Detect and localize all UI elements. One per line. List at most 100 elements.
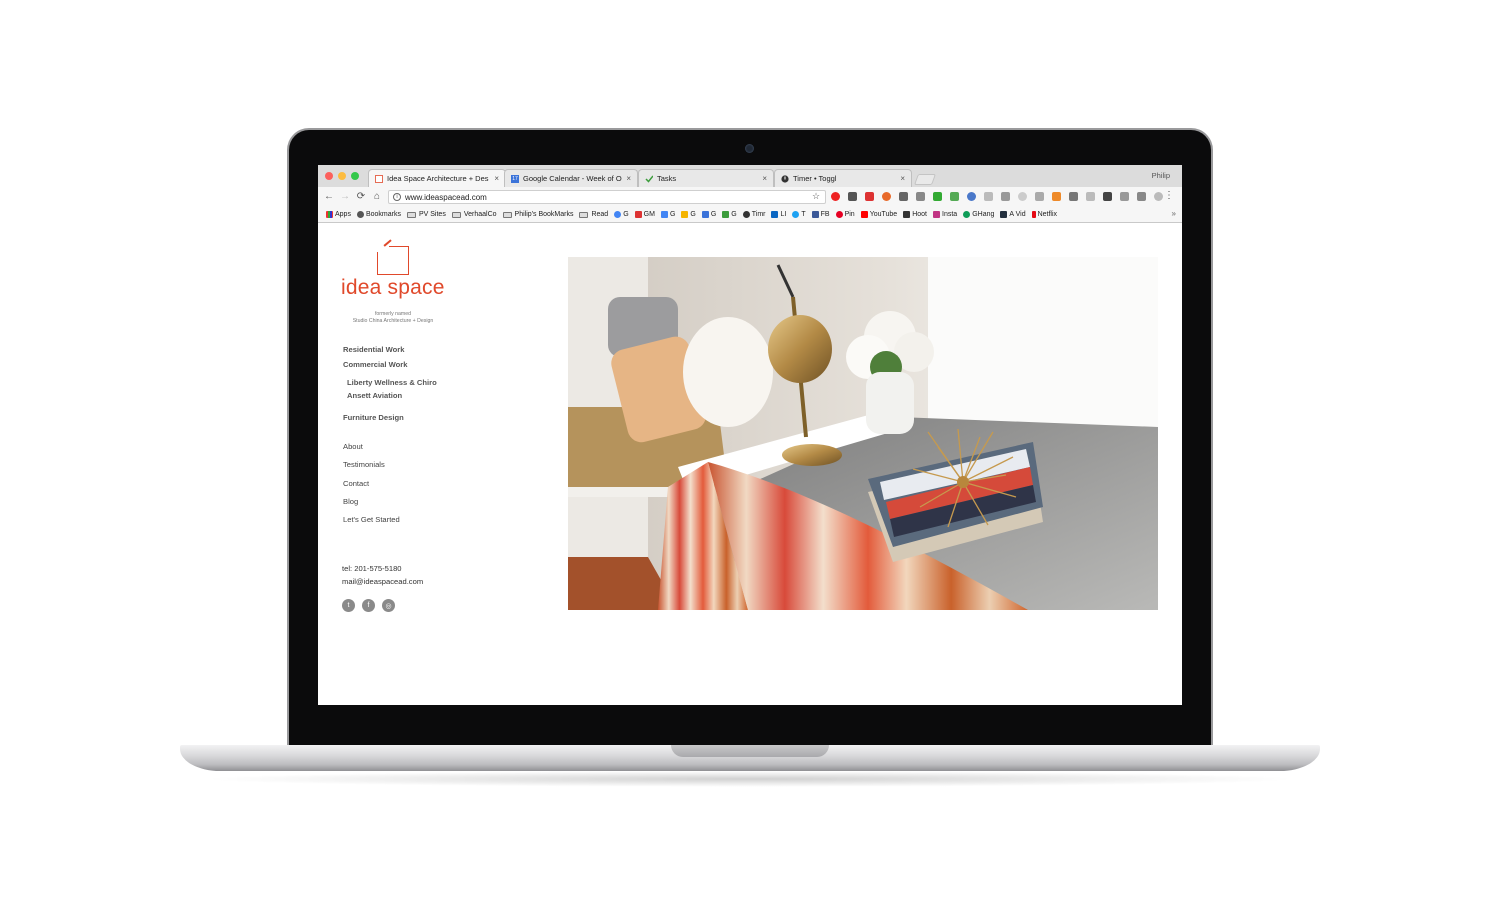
nav-lets-get-started[interactable]: Let's Get Started	[343, 515, 400, 524]
extension-icon[interactable]	[865, 192, 874, 201]
calendar-icon	[701, 211, 709, 218]
extension-icon[interactable]	[1103, 192, 1112, 201]
nav-testimonials[interactable]: Testimonials	[343, 460, 385, 469]
bookmark-folder[interactable]: VerhaalCo	[451, 211, 497, 218]
extension-icon[interactable]	[1086, 192, 1095, 201]
tab-tasks[interactable]: Tasks ×	[638, 169, 774, 187]
url-text[interactable]: www.ideaspacead.com	[405, 193, 487, 202]
bookmark-amazon-video[interactable]: A Vid	[1000, 211, 1026, 218]
bookmark-hootsuite[interactable]: Hoot	[903, 211, 927, 218]
extension-icon[interactable]	[950, 192, 959, 201]
tab-toggl[interactable]: Timer • Toggl ×	[774, 169, 912, 187]
bookmark-facebook[interactable]: FB	[811, 211, 830, 218]
bookmark-folder[interactable]: PV Sites	[406, 211, 446, 218]
bookmark-star-icon[interactable]: ☆	[812, 191, 820, 202]
reload-button[interactable]: ⟳	[355, 190, 367, 204]
bookmark-folder[interactable]: Read	[579, 211, 608, 218]
tagline-line-1: formerly named	[374, 311, 412, 317]
extension-icon[interactable]	[1120, 192, 1129, 201]
bookmark-folder[interactable]: Philip's BookMarks	[502, 211, 573, 218]
minimize-window-button[interactable]	[338, 172, 346, 180]
close-tab-icon[interactable]: ×	[900, 174, 905, 183]
hero-photo	[568, 257, 1158, 610]
facebook-icon	[811, 211, 819, 218]
nav-about[interactable]: About	[343, 442, 363, 451]
folder-icon	[579, 211, 589, 218]
extension-icon[interactable]	[1154, 192, 1163, 201]
nav-residential-work[interactable]: Residential Work	[343, 345, 404, 354]
tab-title: Tasks	[657, 174, 677, 183]
tab-google-calendar[interactable]: 17 Google Calendar - Week of Oc ×	[504, 169, 638, 187]
maximize-window-button[interactable]	[351, 172, 359, 180]
bookmark-google[interactable]: G	[722, 211, 737, 218]
bookmark-pinterest[interactable]: Pin	[835, 211, 855, 218]
profile-name[interactable]: Philip	[1152, 171, 1170, 180]
extension-icon[interactable]	[1069, 192, 1078, 201]
logo-text[interactable]: idea space	[341, 276, 451, 300]
extension-icon[interactable]	[1035, 192, 1044, 201]
browser-menu-icon[interactable]: ⋮	[1164, 190, 1174, 201]
back-button[interactable]: ←	[323, 190, 335, 204]
bookmark-linkedin[interactable]: LI	[771, 211, 786, 218]
close-tab-icon[interactable]: ×	[494, 174, 499, 183]
facebook-icon[interactable]: f	[362, 599, 375, 612]
nav-blog[interactable]: Blog	[343, 497, 358, 506]
forward-button[interactable]: →	[339, 190, 351, 204]
tab-title: Idea Space Architecture + Des	[387, 174, 489, 183]
address-bar[interactable]: i www.ideaspacead.com	[388, 190, 826, 204]
pocket-extension-icon[interactable]	[899, 192, 908, 201]
twitter-icon	[792, 211, 800, 218]
bookmark-bookmarks[interactable]: Bookmarks	[356, 211, 401, 218]
cast-icon[interactable]	[1137, 192, 1146, 201]
close-tab-icon[interactable]: ×	[762, 174, 767, 183]
nav-furniture-design[interactable]: Furniture Design	[343, 413, 404, 422]
youtube-icon	[860, 211, 868, 218]
close-window-button[interactable]	[325, 172, 333, 180]
email-link[interactable]: mail@ideaspacead.com	[342, 577, 423, 586]
nav-commercial-work[interactable]: Commercial Work	[343, 360, 407, 369]
hangouts-icon	[963, 211, 971, 218]
new-tab-button[interactable]	[913, 174, 937, 185]
extension-icon[interactable]	[1018, 192, 1027, 201]
evernote-extension-icon[interactable]	[848, 192, 857, 201]
extension-icon[interactable]	[1052, 192, 1061, 201]
bookmark-netflix[interactable]: Netflix	[1031, 211, 1057, 218]
extension-icon[interactable]	[916, 192, 925, 201]
pinterest-extension-icon[interactable]	[831, 192, 840, 201]
home-button[interactable]: ⌂	[371, 190, 383, 204]
extension-icon[interactable]	[984, 192, 993, 201]
extension-icon[interactable]	[882, 192, 891, 201]
twitter-icon[interactable]: t	[342, 599, 355, 612]
nav-liberty-wellness[interactable]: Liberty Wellness & Chiro	[347, 378, 437, 387]
bookmark-instagram[interactable]: Insta	[933, 211, 957, 218]
bookmark-gmail[interactable]: GM	[634, 211, 655, 218]
calendar-icon: 17	[511, 174, 519, 183]
tab-idea-space[interactable]: Idea Space Architecture + Des ×	[368, 169, 506, 187]
extension-icon[interactable]	[933, 192, 942, 201]
bookmark-google[interactable]: G	[701, 211, 716, 218]
folder-icon	[406, 211, 416, 218]
bookmark-apps[interactable]: Apps	[326, 211, 351, 218]
bookmark-twitter[interactable]: T	[792, 211, 806, 218]
bookmark-youtube[interactable]: YouTube	[860, 211, 897, 218]
close-tab-icon[interactable]: ×	[626, 174, 631, 183]
gmail-icon	[634, 211, 642, 218]
more-bookmarks-icon[interactable]: »	[1172, 209, 1176, 218]
laptop-shadow	[200, 771, 1300, 787]
toggl-icon	[781, 174, 789, 183]
instagram-icon[interactable]: ◎	[382, 599, 395, 612]
bookmark-google[interactable]: G	[660, 211, 675, 218]
camera-icon	[745, 144, 754, 153]
extension-icon[interactable]	[1001, 192, 1010, 201]
info-icon[interactable]: i	[393, 193, 401, 201]
bookmark-drive[interactable]: G	[681, 211, 696, 218]
interior-photo-illustration	[568, 257, 1158, 610]
extension-icon[interactable]	[967, 192, 976, 201]
bookmarks-bar: Apps Bookmarks PV Sites VerhaalCo Philip…	[318, 207, 1182, 223]
nav-ansett-aviation[interactable]: Ansett Aviation	[347, 391, 402, 400]
phone-number[interactable]: tel: 201-575-5180	[342, 564, 402, 573]
nav-contact[interactable]: Contact	[343, 479, 369, 488]
bookmark-timr[interactable]: Timr	[742, 211, 765, 218]
bookmark-hangouts[interactable]: GHang	[963, 211, 994, 218]
bookmark-google[interactable]: G	[614, 211, 629, 218]
